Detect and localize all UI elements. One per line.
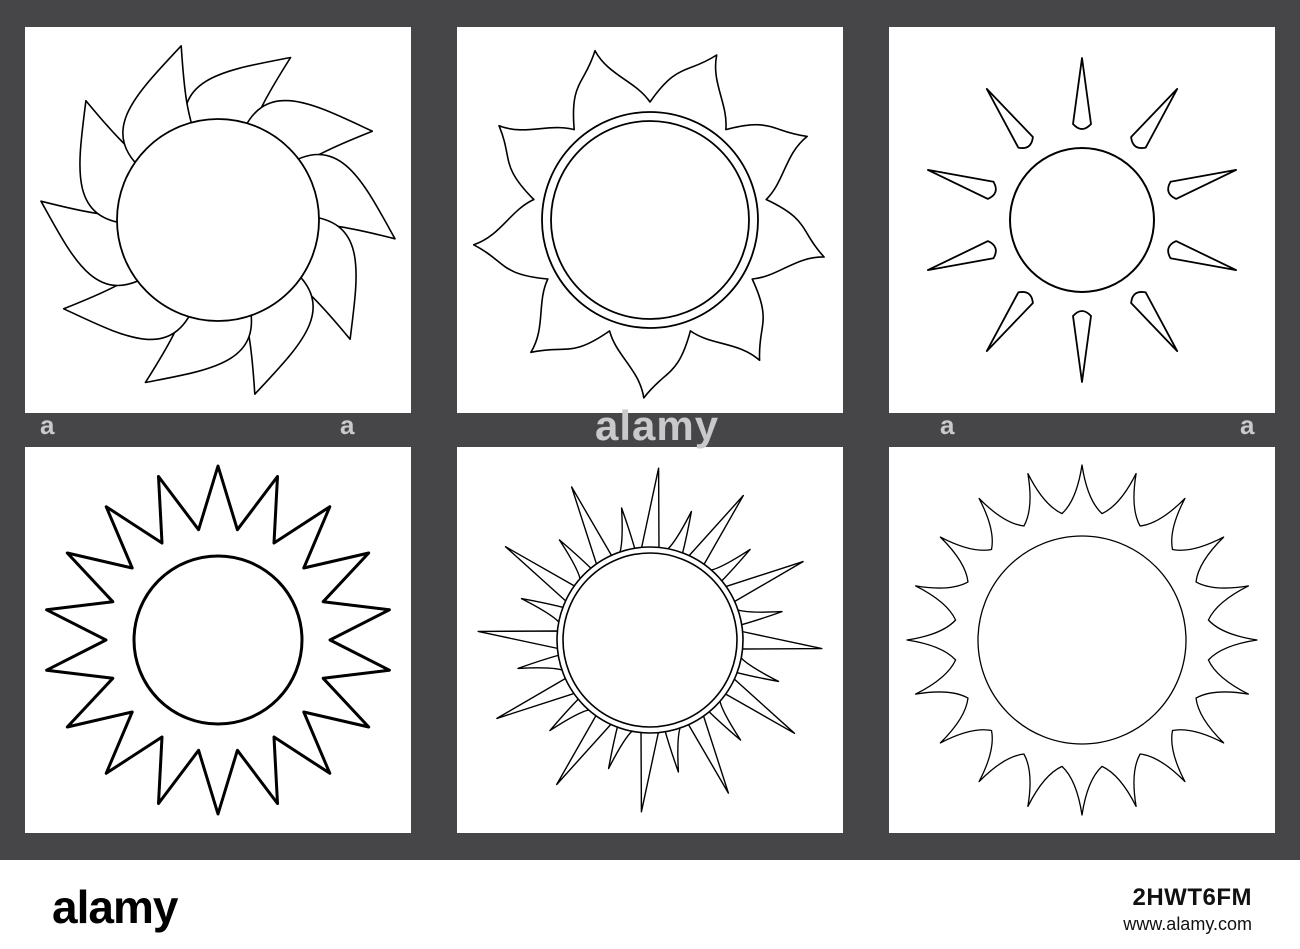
- sun-ray: [556, 712, 614, 786]
- watermark-mark: a: [1240, 410, 1255, 440]
- image-id: 2HWT6FM: [1132, 884, 1252, 911]
- image-meta: 2HWT6FM www.alamy.com: [1123, 884, 1252, 935]
- sun-panel-5: [457, 447, 843, 833]
- sun-ray: [722, 560, 804, 604]
- watermark-mark: a: [340, 410, 355, 440]
- sun-ray: [570, 486, 614, 568]
- sun-ray: [1130, 291, 1179, 352]
- sun-wavy-flames-icon: [472, 49, 825, 399]
- sun-disc: [550, 120, 750, 320]
- brand-logo[interactable]: alamy: [52, 880, 178, 934]
- sun-spiky-rays-icon: [477, 467, 823, 813]
- sun-ray: [1072, 310, 1092, 383]
- sun-ray: [1167, 240, 1237, 271]
- sun-ray: [686, 712, 730, 794]
- sun-disc: [1009, 147, 1155, 293]
- sun-ray: [640, 728, 660, 813]
- footer-bar: alamy 2HWT6FM www.alamy.com: [0, 860, 1300, 949]
- sun-curved-flames-icon: [40, 45, 396, 395]
- sun-ray: [927, 169, 997, 200]
- sun-ray: [686, 494, 744, 568]
- watermark-mark: a: [40, 410, 55, 440]
- sun-panel-4: [25, 447, 411, 833]
- sun-ray: [477, 630, 562, 650]
- sun-disc: [132, 554, 304, 726]
- sun-ray: [722, 676, 796, 734]
- sun-ray: [985, 88, 1034, 149]
- site-link[interactable]: www.alamy.com: [1123, 914, 1252, 935]
- sun-curved-spikes-icon: [906, 464, 1258, 816]
- sun-panel-6: [889, 447, 1275, 833]
- sun-panel-3: [889, 27, 1275, 413]
- sun-ray: [640, 467, 660, 552]
- sun-panel-1: [25, 27, 411, 413]
- sun-ray: [1130, 88, 1179, 149]
- sun-ray: [496, 676, 578, 720]
- watermark-mark: a: [940, 410, 955, 440]
- sun-disc: [116, 118, 320, 322]
- sun-ray: [738, 630, 823, 650]
- sun-zigzag-star-icon: [45, 464, 391, 816]
- sun-ray: [985, 291, 1034, 352]
- sun-disc: [562, 552, 738, 728]
- sun-ray: [1072, 57, 1092, 130]
- sun-disc: [977, 535, 1187, 745]
- sun-ray: [504, 546, 578, 604]
- sun-ray: [927, 240, 997, 271]
- sun-ray: [1167, 169, 1237, 200]
- illustration-sheet: a a alamy a a: [0, 0, 1300, 860]
- sun-teardrop-rays-icon: [927, 57, 1237, 383]
- sun-panel-2: [457, 27, 843, 413]
